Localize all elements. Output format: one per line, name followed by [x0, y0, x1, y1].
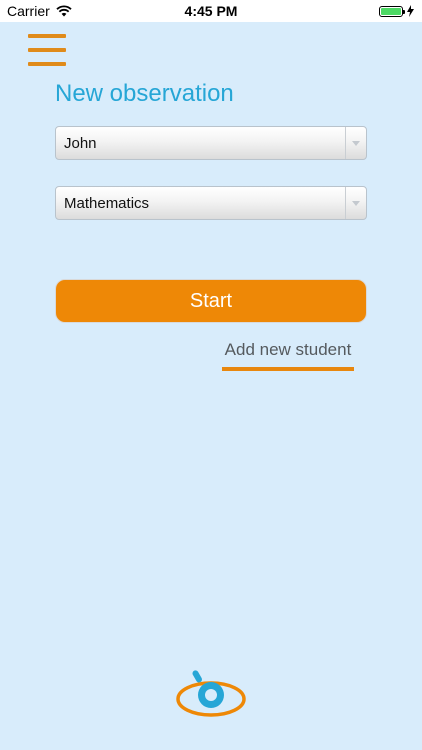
eye-logo-icon	[176, 670, 246, 717]
status-bar: Carrier 4:45 PM	[0, 0, 422, 22]
chevron-down-icon	[345, 187, 366, 219]
add-new-student-link[interactable]: Add new student	[222, 340, 354, 360]
charging-bolt-icon	[407, 5, 414, 17]
student-select[interactable]: John	[55, 126, 367, 160]
status-left: Carrier	[0, 3, 72, 19]
status-right	[379, 5, 422, 17]
student-select-value: John	[64, 134, 97, 152]
menu-line	[28, 62, 66, 66]
subject-select[interactable]: Mathematics	[55, 186, 367, 220]
subject-select-value: Mathematics	[64, 194, 150, 212]
hamburger-menu-icon[interactable]	[28, 34, 66, 66]
page-title: New observation	[55, 80, 234, 107]
link-underline	[222, 367, 354, 371]
wifi-icon	[56, 5, 72, 17]
menu-line	[28, 48, 66, 52]
menu-line	[28, 34, 66, 38]
carrier-label: Carrier	[7, 3, 50, 19]
chevron-down-icon	[345, 127, 366, 159]
battery-icon	[379, 5, 405, 17]
start-button[interactable]: Start	[55, 279, 367, 323]
